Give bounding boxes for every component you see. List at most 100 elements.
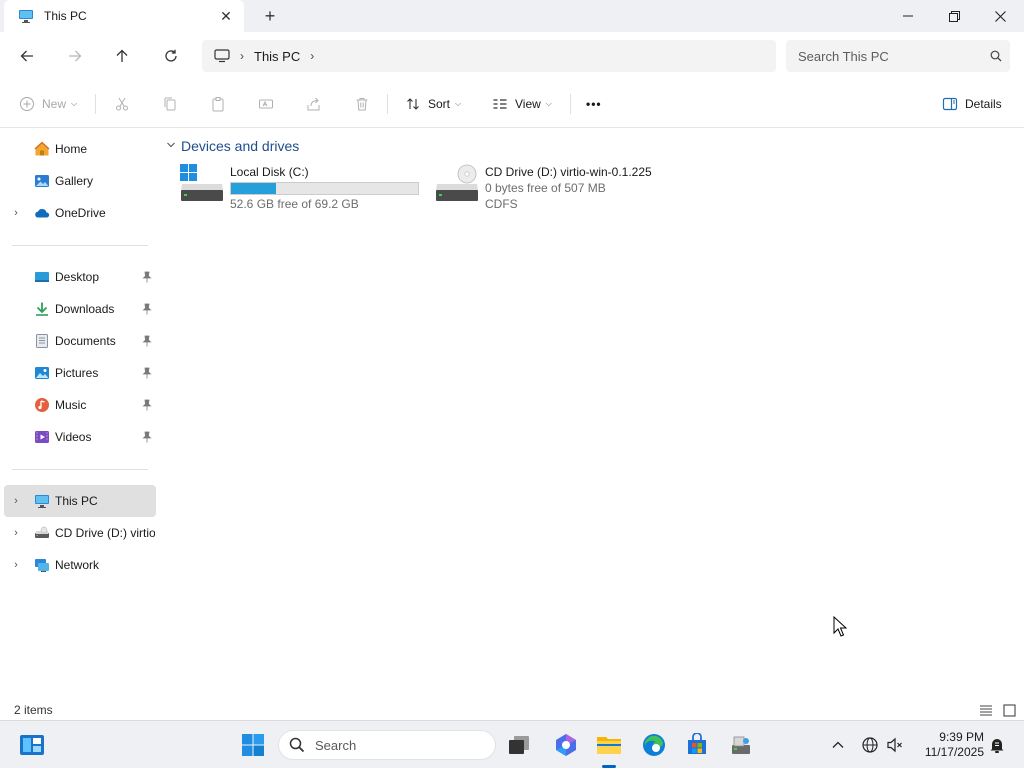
view-list-icon [491, 95, 509, 113]
sidebar-item-downloads[interactable]: Downloads [0, 293, 156, 325]
address-bar[interactable]: › This PC › [202, 40, 776, 72]
edge-browser-icon[interactable] [638, 729, 670, 761]
toolbar-divider [95, 94, 96, 114]
status-bar: 2 items [0, 700, 1024, 720]
share-button[interactable] [305, 92, 323, 116]
windows-drive-icon [180, 164, 224, 202]
tab-this-pc[interactable]: This PC ✕ [4, 0, 244, 32]
refresh-button[interactable] [157, 42, 185, 70]
sidebar-item-pictures[interactable]: Pictures [0, 357, 156, 389]
music-icon [34, 397, 50, 413]
sidebar-item-videos[interactable]: Videos [0, 421, 156, 453]
rename-icon [257, 95, 275, 113]
pin-icon[interactable] [141, 398, 153, 412]
pin-icon[interactable] [141, 366, 153, 380]
clock-time: 9:39 PM [939, 730, 984, 744]
gallery-icon [34, 173, 50, 189]
share-icon [305, 95, 323, 113]
up-button[interactable] [108, 42, 136, 70]
chevron-right-icon[interactable]: › [10, 207, 22, 219]
chevron-right-icon[interactable]: › [10, 495, 22, 507]
globe-network-icon[interactable] [860, 735, 880, 755]
search-icon[interactable] [982, 50, 1010, 62]
drive-tile-d[interactable]: CD Drive (D:) virtio-win-0.1.225 0 bytes… [435, 162, 680, 212]
rename-button[interactable] [257, 92, 275, 116]
toolbar-divider [570, 94, 571, 114]
task-view-icon[interactable] [503, 729, 535, 761]
home-icon [34, 141, 50, 157]
downloads-icon [34, 301, 50, 317]
view-button[interactable]: View ⌵ [491, 92, 552, 116]
file-explorer-icon[interactable] [593, 729, 625, 761]
restore-button[interactable] [931, 0, 977, 32]
drive-free-text: 52.6 GB free of 69.2 GB [230, 197, 359, 211]
pin-icon[interactable] [141, 430, 153, 444]
back-button[interactable] [13, 42, 41, 70]
taskbar: Search 9:39 PM 11/17/2025 [0, 720, 1024, 768]
cut-button[interactable] [113, 92, 131, 116]
cd-drive-icon [435, 164, 479, 202]
chevron-right-icon[interactable]: › [10, 527, 22, 539]
setup-installer-icon[interactable] [725, 729, 757, 761]
close-window-button[interactable] [977, 0, 1023, 32]
pin-icon[interactable] [141, 302, 153, 316]
search-input[interactable]: Search This PC [798, 49, 982, 64]
new-tab-button[interactable]: + [258, 4, 282, 28]
forward-button[interactable] [61, 42, 89, 70]
copilot-icon[interactable] [550, 729, 582, 761]
sidebar-item-onedrive[interactable]: › OneDrive [0, 197, 156, 229]
sidebar-divider [12, 469, 148, 470]
clock[interactable]: 9:39 PM 11/17/2025 [912, 730, 984, 760]
details-view-icon[interactable] [978, 702, 994, 718]
this-pc-icon [18, 8, 34, 24]
drive-tile-c[interactable]: Local Disk (C:) 52.6 GB free of 69.2 GB [180, 162, 425, 212]
large-icons-view-icon[interactable] [1001, 702, 1017, 718]
chevron-up-icon[interactable] [828, 735, 848, 755]
sidebar-item-gallery[interactable]: Gallery [0, 165, 156, 197]
drive-free-text: 0 bytes free of 507 MB [485, 181, 606, 195]
copy-button[interactable] [161, 92, 179, 116]
chevron-right-icon[interactable]: › [10, 559, 22, 571]
sidebar-item-desktop[interactable]: Desktop [0, 261, 156, 293]
microsoft-store-icon[interactable] [681, 729, 713, 761]
close-tab-icon[interactable]: ✕ [214, 4, 238, 28]
taskbar-search-box[interactable]: Search [278, 730, 496, 760]
item-count: 2 items [14, 703, 53, 717]
chevron-down-icon: ⌵ [545, 99, 552, 108]
start-windows-icon[interactable] [237, 729, 269, 761]
tab-title: This PC [44, 9, 87, 23]
sort-button[interactable]: Sort ⌵ [404, 92, 461, 116]
sidebar-item-documents[interactable]: Documents [0, 325, 156, 357]
sidebar-item-cd-drive[interactable]: › CD Drive (D:) virtio-win-0.1.225 [0, 517, 156, 549]
widgets-icon[interactable] [16, 729, 48, 761]
chevron-down-icon[interactable] [166, 140, 178, 153]
clock-date: 11/17/2025 [924, 745, 984, 759]
minimize-button[interactable] [885, 0, 931, 32]
plus-circle-icon [18, 95, 36, 113]
delete-button[interactable] [353, 92, 371, 116]
drive-usage-bar [230, 182, 419, 195]
onedrive-icon [34, 205, 50, 221]
volume-muted-icon[interactable] [885, 735, 905, 755]
search-box[interactable]: Search This PC [786, 40, 1010, 72]
pin-icon[interactable] [141, 334, 153, 348]
sidebar-item-this-pc[interactable]: › This PC [4, 485, 156, 517]
drive-filesystem: CDFS [485, 197, 518, 211]
chevron-right-icon[interactable]: › [240, 49, 244, 63]
paste-button[interactable] [209, 92, 227, 116]
sort-icon [404, 95, 422, 113]
toolbar-divider [387, 94, 388, 114]
chevron-right-icon[interactable]: › [310, 49, 314, 63]
sidebar-item-music[interactable]: Music [0, 389, 156, 421]
sidebar-item-network[interactable]: › Network [0, 549, 156, 581]
details-pane-button[interactable]: Details [941, 92, 1002, 116]
pin-icon[interactable] [141, 270, 153, 284]
sidebar-item-home[interactable]: Home [0, 133, 156, 165]
command-bar: New ⌵ Sort ⌵ View ⌵ ••• Details [0, 80, 1024, 128]
new-button[interactable]: New ⌵ [18, 92, 77, 116]
more-options-button[interactable]: ••• [586, 92, 602, 116]
breadcrumb-this-pc[interactable]: This PC [254, 49, 300, 64]
group-header-devices[interactable]: Devices and drives [166, 138, 299, 154]
scissors-icon [113, 95, 131, 113]
notification-bell-icon[interactable] [987, 735, 1007, 755]
